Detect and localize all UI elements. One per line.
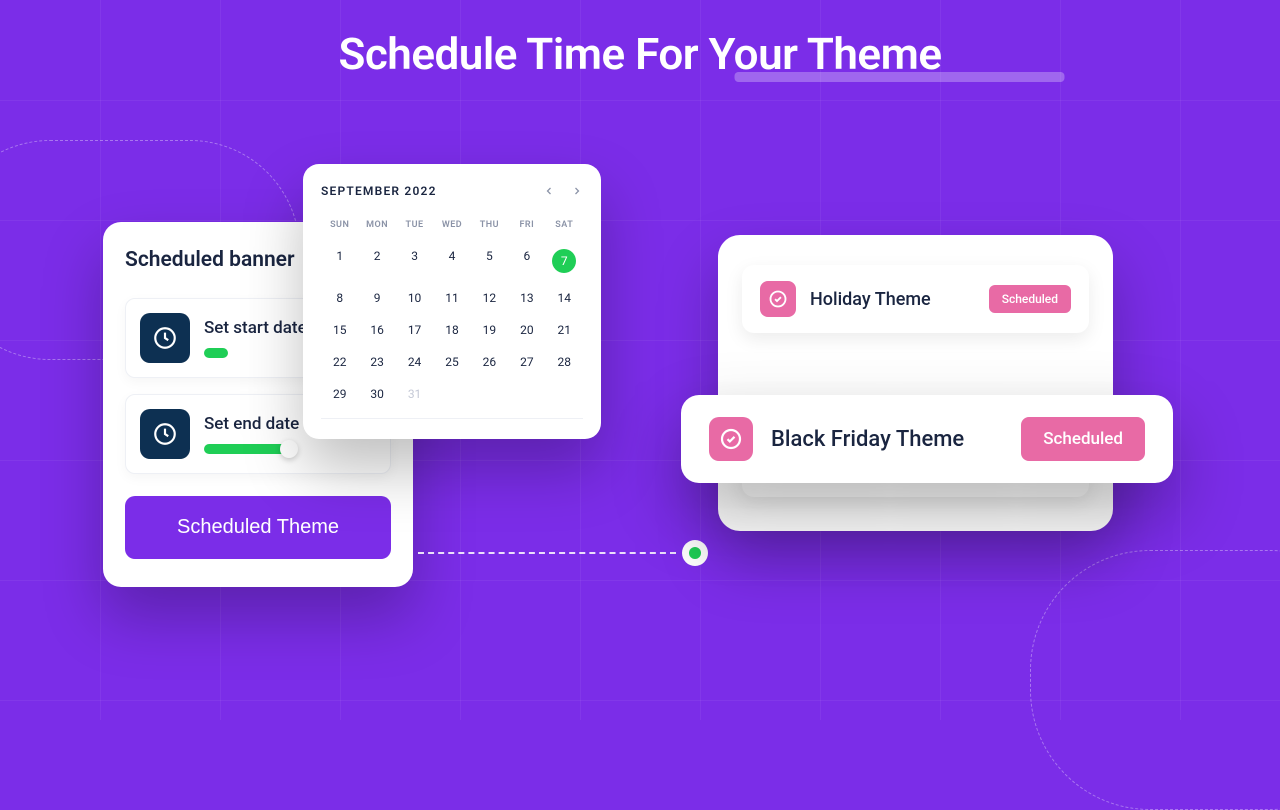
calendar-day[interactable]: 24 bbox=[396, 346, 433, 378]
themes-panel: Holiday Theme Scheduled Default Theme Sc… bbox=[718, 235, 1113, 531]
calendar-day[interactable]: 14 bbox=[546, 282, 583, 314]
theme-card-featured[interactable]: Black Friday Theme Scheduled bbox=[681, 395, 1173, 483]
calendar-day[interactable]: 21 bbox=[546, 314, 583, 346]
end-date-slider-fill bbox=[204, 444, 293, 454]
clock-icon bbox=[140, 313, 190, 363]
title-underline bbox=[734, 72, 1064, 82]
status-badge: Scheduled bbox=[1021, 417, 1145, 461]
calendar-grid: SUNMONTUEWEDTHUFRISAT1234567891011121314… bbox=[321, 214, 583, 410]
connector-node bbox=[682, 540, 708, 566]
calendar-next-icon[interactable] bbox=[571, 185, 583, 197]
calendar-day[interactable]: 19 bbox=[471, 314, 508, 346]
calendar-day[interactable]: 27 bbox=[508, 346, 545, 378]
calendar-day[interactable]: 11 bbox=[433, 282, 470, 314]
calendar-day[interactable]: 26 bbox=[471, 346, 508, 378]
calendar-day[interactable]: 9 bbox=[358, 282, 395, 314]
connector-line bbox=[418, 538, 708, 568]
calendar-dow: SUN bbox=[321, 214, 358, 240]
calendar-day[interactable]: 18 bbox=[433, 314, 470, 346]
calendar-dow: FRI bbox=[508, 214, 545, 240]
calendar-dow: THU bbox=[471, 214, 508, 240]
calendar-prev-icon[interactable] bbox=[543, 185, 555, 197]
scheduled-theme-button[interactable]: Scheduled Theme bbox=[125, 496, 391, 559]
calendar-day[interactable]: 8 bbox=[321, 282, 358, 314]
calendar-day[interactable]: 17 bbox=[396, 314, 433, 346]
calendar-day[interactable]: 4 bbox=[433, 240, 470, 282]
theme-name: Black Friday Theme bbox=[771, 427, 1003, 452]
calendar-dow: MON bbox=[358, 214, 395, 240]
calendar-day[interactable]: 29 bbox=[321, 378, 358, 410]
calendar-day[interactable]: 12 bbox=[471, 282, 508, 314]
calendar-popover: SEPTEMBER 2022 SUNMONTUEWEDTHUFRISAT1234… bbox=[303, 164, 601, 439]
calendar-day[interactable]: 5 bbox=[471, 240, 508, 282]
status-badge: Scheduled bbox=[989, 285, 1071, 313]
calendar-day[interactable]: 6 bbox=[508, 240, 545, 282]
calendar-month-label: SEPTEMBER 2022 bbox=[321, 184, 437, 198]
calendar-day[interactable]: 23 bbox=[358, 346, 395, 378]
calendar-dow: WED bbox=[433, 214, 470, 240]
page-title: Schedule Time For Your Theme bbox=[338, 28, 941, 80]
check-circle-icon bbox=[709, 417, 753, 461]
calendar-day[interactable]: 7 bbox=[546, 240, 583, 282]
calendar-day[interactable]: 16 bbox=[358, 314, 395, 346]
calendar-day[interactable]: 20 bbox=[508, 314, 545, 346]
theme-name: Holiday Theme bbox=[810, 289, 975, 310]
decor-dashed-path bbox=[1030, 550, 1280, 810]
end-date-slider[interactable] bbox=[204, 444, 376, 454]
calendar-day[interactable]: 25 bbox=[433, 346, 470, 378]
calendar-day[interactable]: 30 bbox=[358, 378, 395, 410]
slider-knob[interactable] bbox=[280, 440, 298, 458]
calendar-day[interactable]: 15 bbox=[321, 314, 358, 346]
calendar-day[interactable]: 31 bbox=[396, 378, 433, 410]
calendar-day[interactable]: 1 bbox=[321, 240, 358, 282]
calendar-day[interactable]: 28 bbox=[546, 346, 583, 378]
check-circle-icon bbox=[760, 281, 796, 317]
theme-card-holiday[interactable]: Holiday Theme Scheduled bbox=[742, 265, 1089, 333]
calendar-dow: SAT bbox=[546, 214, 583, 240]
calendar-day[interactable]: 3 bbox=[396, 240, 433, 282]
calendar-dow: TUE bbox=[396, 214, 433, 240]
start-date-slider-fill bbox=[204, 348, 228, 358]
calendar-divider bbox=[321, 418, 583, 419]
calendar-day[interactable]: 13 bbox=[508, 282, 545, 314]
calendar-day[interactable]: 10 bbox=[396, 282, 433, 314]
calendar-day[interactable]: 2 bbox=[358, 240, 395, 282]
clock-icon bbox=[140, 409, 190, 459]
calendar-day[interactable]: 22 bbox=[321, 346, 358, 378]
